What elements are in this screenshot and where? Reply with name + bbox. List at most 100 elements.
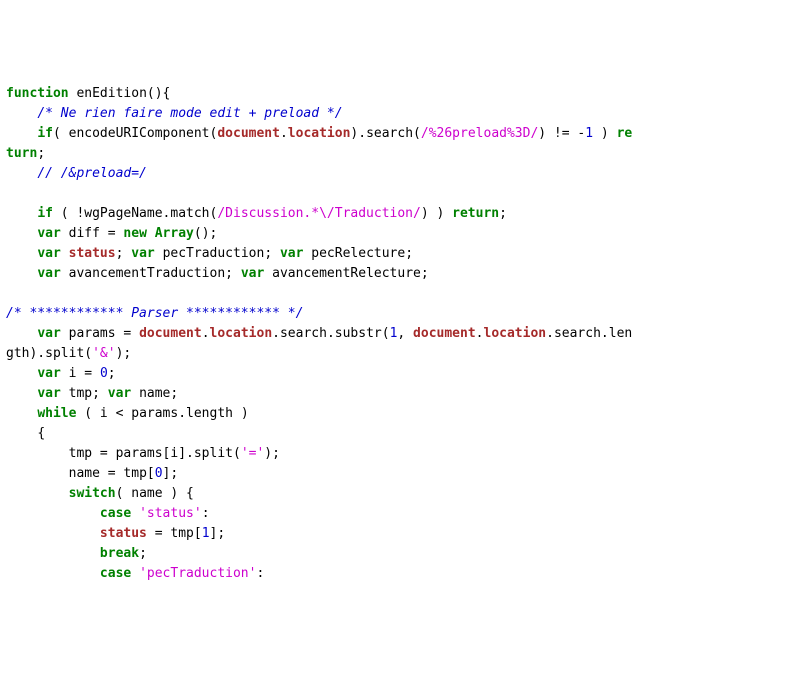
punct: , [397,326,413,341]
obj-status: status [100,526,147,541]
punct: ).search( [350,126,420,141]
class-array: Array [155,226,194,241]
line: case 'pecTraduction': [100,566,264,581]
obj-status: status [69,246,116,261]
number: 0 [100,366,108,381]
obj-document: document [413,326,476,341]
obj-document: document [217,126,280,141]
number: 1 [585,126,593,141]
keyword-var: var [241,266,264,281]
punct: (){ [147,86,170,101]
keyword-if: if [37,126,53,141]
punct: ( encodeURIComponent( [53,126,217,141]
obj-location: location [288,126,351,141]
punct: .search.substr( [272,326,389,341]
keyword-function: function [6,86,69,101]
obj-location: location [484,326,547,341]
punct: ; [139,546,147,561]
punct: ; [499,206,507,221]
comment: /* Ne rien faire mode edit + preload */ [37,106,342,121]
punct: = [116,326,139,341]
identifier: diff [69,226,100,241]
comment: /* ************ Parser ************ */ [6,306,303,321]
line: var params = document.location.search.su… [37,326,632,341]
keyword-case: case [100,566,131,581]
punct: ; [108,366,116,381]
punct: ; [225,266,241,281]
identifier: params [69,326,116,341]
keyword-if: if [37,206,53,221]
line: var tmp; var name; [37,386,178,401]
punct: tmp = params[i].split( [69,446,241,461]
punct: ; [170,386,178,401]
line: case 'status': [100,506,210,521]
keyword-return: re [617,126,633,141]
keyword-var: var [37,246,60,261]
punct: ; [421,266,429,281]
identifier: pecTraduction [163,246,265,261]
function-name: enEdition [76,86,146,101]
line: if( encodeURIComponent(document.location… [37,126,632,141]
string: '&' [92,346,115,361]
line: break; [100,546,147,561]
line: while ( i < params.length ) [37,406,248,421]
punct: = [76,366,99,381]
keyword-break: break [100,546,139,561]
punct: . [476,326,484,341]
punct: ) [593,126,616,141]
line: /* ************ Parser ************ */ [6,306,303,321]
keyword-return-cont: turn [6,146,37,161]
regex: /Discussion.*\/Traduction/ [217,206,421,221]
keyword-var: var [131,246,154,261]
keyword-var: var [37,266,60,281]
identifier: avancementRelecture [272,266,421,281]
keyword-case: case [100,506,131,521]
punct: : [202,506,210,521]
line: gth).split('&'); [6,346,131,361]
line: function enEdition(){ [6,86,170,101]
punct: ( name ) { [116,486,194,501]
punct: name = tmp[ [69,466,155,481]
punct: ]; [210,526,226,541]
identifier: name [139,386,170,401]
identifier: avancementTraduction [69,266,226,281]
identifier: pecRelecture [311,246,405,261]
punct: ( i < params.length ) [76,406,248,421]
punct: . [202,326,210,341]
keyword-while: while [37,406,76,421]
line: var avancementTraduction; var avancement… [37,266,428,281]
code-block: function enEdition(){ /* Ne rien faire m… [6,84,798,584]
keyword-return: return [452,206,499,221]
punct: ) ) [421,206,452,221]
line: var diff = new Array(); [37,226,217,241]
string: '=' [241,446,264,461]
punct: : [256,566,264,581]
punct: ; [116,246,132,261]
obj-location: location [210,326,273,341]
punct: gth).split( [6,346,92,361]
keyword-var: var [37,366,60,381]
punct: = tmp[ [147,526,202,541]
brace: { [37,426,45,441]
punct: ; [405,246,413,261]
line: turn; [6,146,45,161]
identifier: tmp [69,386,92,401]
line: tmp = params[i].split('='); [69,446,280,461]
line: status = tmp[1]; [100,526,225,541]
keyword-var: var [108,386,131,401]
keyword-var: var [37,226,60,241]
number: 1 [202,526,210,541]
punct: ; [92,386,108,401]
line: var i = 0; [37,366,115,381]
keyword-new: new [123,226,146,241]
string: 'pecTraduction' [139,566,256,581]
line: /* Ne rien faire mode edit + preload */ [37,106,342,121]
keyword-var: var [37,386,60,401]
regex: /%26preload%3D/ [421,126,538,141]
punct: (); [194,226,217,241]
punct: ]; [163,466,179,481]
punct: ); [116,346,132,361]
punct: . [280,126,288,141]
comment: // /&preload=/ [37,166,147,181]
keyword-switch: switch [69,486,116,501]
